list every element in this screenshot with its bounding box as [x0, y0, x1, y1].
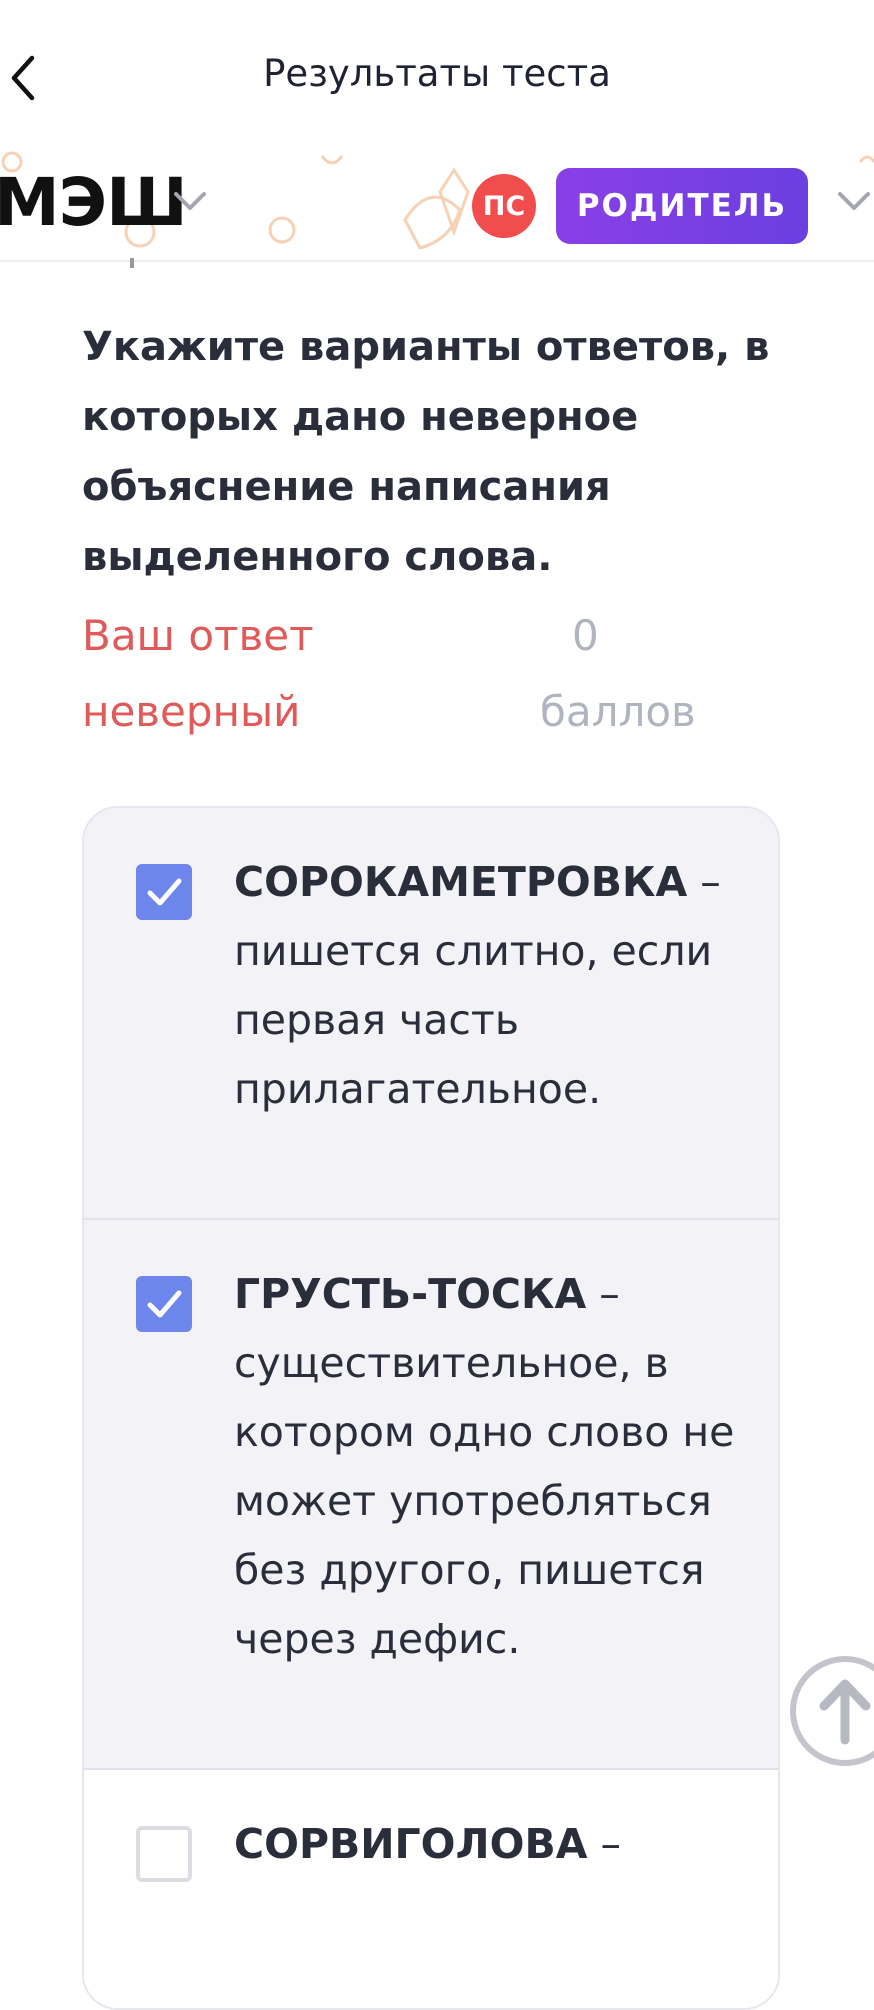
option-dash: – [687, 858, 721, 906]
answer-option[interactable]: СОРВИГОЛОВА – [84, 1770, 778, 2008]
answer-option[interactable]: СОРОКАМЕТРОВКА – пишется слитно, если пе… [84, 808, 778, 1220]
score-value: 0 [572, 611, 599, 660]
option-explanation: пишется слитно, если первая часть прилаг… [234, 927, 713, 1113]
option-word: СОРВИГОЛОВА [234, 1820, 588, 1868]
clipped-text-fragment [130, 258, 134, 268]
answer-options-card: СОРОКАМЕТРОВКА – пишется слитно, если пе… [82, 806, 780, 2010]
option-explanation: существительное, в котором одно слово не… [234, 1339, 735, 1663]
question-text: Укажите варианты ответов, в которых дано… [82, 324, 770, 580]
score-unit: баллов [540, 687, 696, 736]
checkbox-unchecked-icon[interactable] [136, 1826, 192, 1882]
option-text: ГРУСТЬ-ТОСКА – существительное, в которо… [234, 1260, 754, 1674]
answer-verdict: Ваш ответ неверный [82, 611, 314, 736]
option-dash: – [587, 1820, 621, 1868]
option-dash: – [586, 1270, 620, 1318]
page-title: Результаты теста [263, 52, 611, 95]
avatar[interactable]: ПС [472, 174, 536, 238]
app-logo[interactable]: МЭШ [0, 164, 188, 241]
navigation-bar: Результаты теста [0, 0, 874, 150]
chevron-down-icon[interactable] [836, 190, 872, 216]
answer-option[interactable]: ГРУСТЬ-ТОСКА – существительное, в которо… [84, 1220, 778, 1770]
scroll-to-top-button[interactable] [790, 1656, 874, 1766]
score: 0 баллов [540, 598, 740, 750]
option-word: ГРУСТЬ-ТОСКА [234, 1270, 587, 1318]
chevron-down-icon[interactable] [172, 190, 208, 216]
app-header: МЭШ ПС РОДИТЕЛЬ [0, 150, 874, 262]
arrow-up-icon [819, 1679, 871, 1745]
option-word: СОРОКАМЕТРОВКА [234, 858, 688, 906]
checkbox-checked-icon[interactable] [136, 1276, 192, 1332]
option-text: СОРВИГОЛОВА – [234, 1810, 754, 1879]
role-badge[interactable]: РОДИТЕЛЬ [556, 168, 808, 244]
option-text: СОРОКАМЕТРОВКА – пишется слитно, если пе… [234, 848, 754, 1124]
checkbox-checked-icon[interactable] [136, 864, 192, 920]
